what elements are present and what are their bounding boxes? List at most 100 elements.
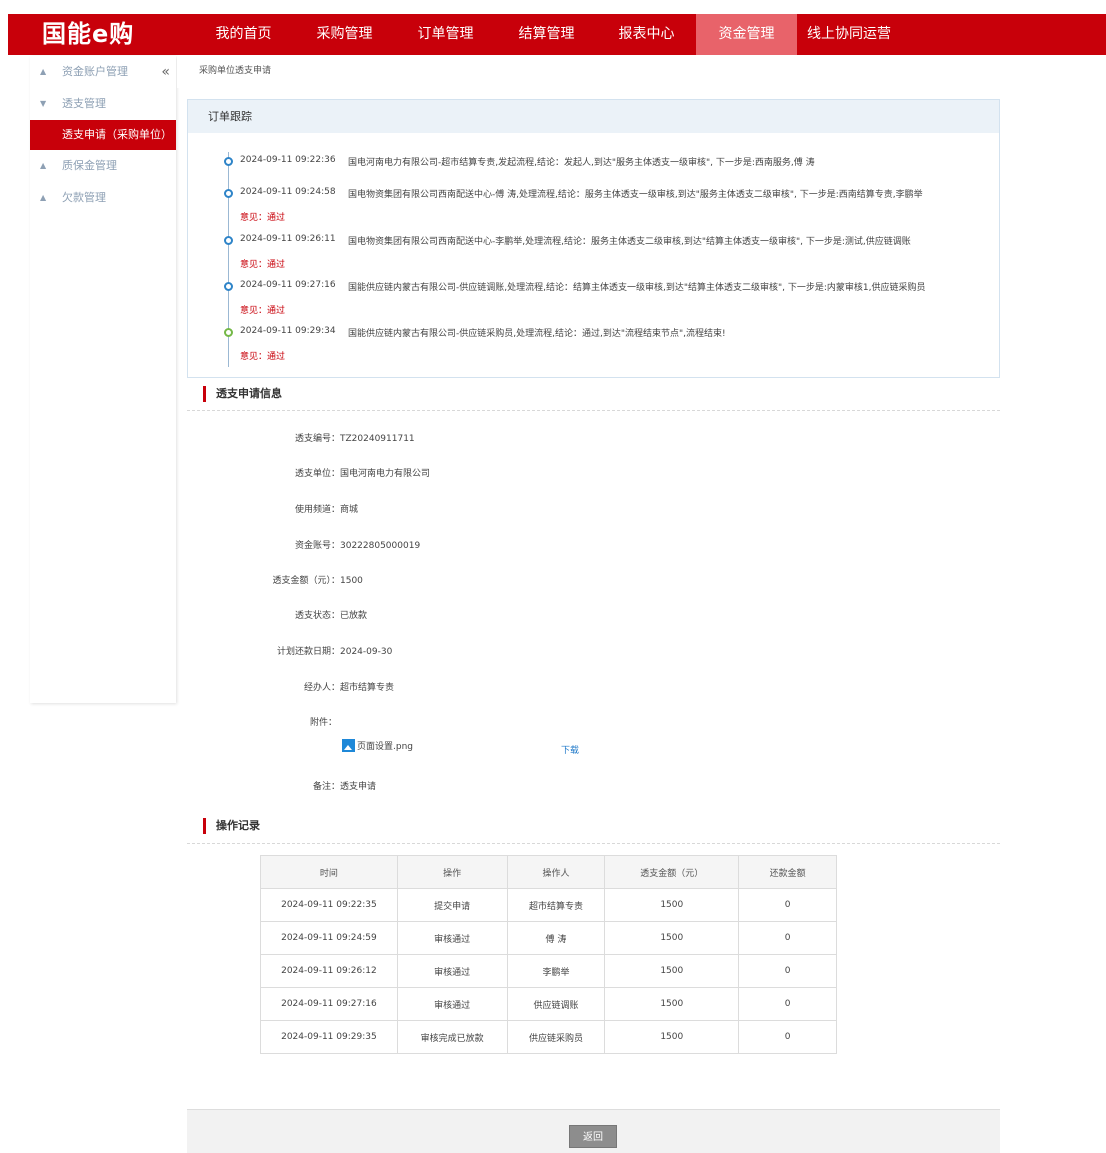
cell-operator: 供应链调账 (506, 987, 606, 1021)
field-value: 已放款 (340, 611, 368, 621)
triangle-up-icon: ▲ (40, 161, 47, 170)
triangle-up-icon: ▲ (40, 67, 47, 76)
cell-overdraft-amount: 1500 (604, 921, 740, 955)
field-label: 备注： (312, 782, 340, 792)
timeline-opinion: 意见：通过 (240, 306, 286, 316)
timeline-dot-icon (224, 236, 233, 245)
col-action: 操作 (396, 855, 508, 889)
field-label: 附件： (309, 718, 337, 728)
triangle-up-icon: ▲ (40, 193, 47, 202)
order-tracking-title: 订单跟踪 (188, 100, 999, 133)
logo[interactable]: 国能e购 (42, 18, 134, 50)
sidebar-item-overdraft-apply[interactable]: 透支申请（采购单位） (30, 120, 176, 150)
timeline-text: 国能供应链内蒙古有限公司-供应链调账,处理流程,结论：结算主体透支一级审核,到达… (348, 283, 926, 293)
cell-repay-amount: 0 (738, 921, 837, 955)
field-overdraft-status: 透支状态：已放款 (187, 608, 367, 621)
timeline-time: 2024-09-11 09:22:36 (240, 155, 336, 165)
field-overdraft-unit: 透支单位：国电河南电力有限公司 (187, 466, 430, 479)
field-repay-date: 计划还款日期：2024-09-30 (187, 644, 392, 657)
sidebar-item-fund-account[interactable]: ▲ 资金账户管理 « (30, 56, 176, 88)
timeline-opinion: 意见：通过 (240, 352, 286, 362)
sidebar-item-overdraft[interactable]: ▼ 透支管理 (30, 88, 176, 120)
nav-home[interactable]: 我的首页 (193, 14, 294, 55)
field-label: 透支状态： (294, 611, 340, 621)
table-row: 2024-09-11 09:26:12 审核通过 李鹏举 1500 0 (260, 954, 837, 988)
timeline-text: 国电物资集团有限公司西南配送中心-傅 涛,处理流程,结论：服务主体透支一级审核,… (348, 190, 923, 200)
cell-time: 2024-09-11 09:26:12 (260, 954, 398, 988)
table-row: 2024-09-11 09:27:16 审核通过 供应链调账 1500 0 (260, 987, 837, 1021)
timeline-text: 国电物资集团有限公司西南配送中心-李鹏举,处理流程,结论：服务主体透支二级审核,… (348, 237, 911, 247)
cell-action: 审核通过 (396, 954, 508, 988)
nav-funds[interactable]: 资金管理 (696, 14, 797, 55)
operation-log-table: 时间 操作 操作人 透支金额（元） 还款金额 2024-09-11 09:22:… (260, 855, 837, 1054)
cell-action: 提交申请 (396, 888, 508, 922)
cell-operator: 傅 涛 (506, 921, 606, 955)
cell-action: 审核完成已放款 (396, 1020, 508, 1054)
field-overdraft-no: 透支编号：TZ20240911711 (187, 431, 415, 444)
col-time: 时间 (260, 855, 398, 889)
timeline-dot-icon (224, 189, 233, 198)
table-row: 2024-09-11 09:22:35 提交申请 超市结算专责 1500 0 (260, 888, 837, 922)
timeline-opinion: 意见：通过 (240, 260, 286, 270)
top-nav-bar: 国能e购 我的首页 采购管理 订单管理 结算管理 报表中心 资金管理 线上协同运… (8, 14, 1106, 55)
field-value: TZ20240911711 (340, 434, 415, 444)
field-value: 1500 (340, 576, 363, 586)
field-fund-account: 资金账号：30222805000019 (187, 538, 420, 551)
cell-overdraft-amount: 1500 (604, 954, 740, 988)
timeline-time: 2024-09-11 09:24:58 (240, 187, 336, 197)
field-value: 30222805000019 (340, 541, 421, 551)
field-value: 国电河南电力有限公司 (340, 469, 431, 479)
col-overdraft-amount: 透支金额（元） (604, 855, 740, 889)
cell-overdraft-amount: 1500 (604, 1020, 740, 1054)
cell-repay-amount: 0 (738, 987, 837, 1021)
field-remark: 备注：透支申请 (187, 779, 376, 792)
field-label: 透支单位： (294, 469, 340, 479)
nav-orders[interactable]: 订单管理 (395, 14, 496, 55)
timeline-text: 国电河南电力有限公司-超市结算专责,发起流程,结论：发起人,到达"服务主体透支一… (348, 158, 815, 168)
nav-settlement[interactable]: 结算管理 (496, 14, 597, 55)
field-label: 使用频道： (294, 505, 340, 515)
nav-procurement[interactable]: 采购管理 (294, 14, 395, 55)
timeline-time: 2024-09-11 09:26:11 (240, 234, 336, 244)
cell-operator: 超市结算专责 (506, 888, 606, 922)
col-operator: 操作人 (506, 855, 606, 889)
nav-reports[interactable]: 报表中心 (597, 14, 696, 55)
field-label: 经办人： (303, 683, 340, 693)
timeline-opinion: 意见：通过 (240, 213, 286, 223)
timeline-dot-icon (224, 157, 233, 166)
sidebar-item-debt[interactable]: ▲ 欠款管理 (30, 182, 176, 214)
sidebar-item-warranty[interactable]: ▲ 质保金管理 (30, 150, 176, 182)
triangle-down-icon: ▼ (40, 99, 47, 108)
field-value: 透支申请 (340, 782, 377, 792)
order-tracking-panel: 订单跟踪 2024-09-11 09:22:36 国电河南电力有限公司-超市结算… (187, 99, 1000, 378)
table-row: 2024-09-11 09:29:35 审核完成已放款 供应链采购员 1500 … (260, 1020, 837, 1054)
cell-time: 2024-09-11 09:27:16 (260, 987, 398, 1021)
field-label: 透支金额（元）： (272, 576, 340, 586)
cell-time: 2024-09-11 09:22:35 (260, 888, 398, 922)
timeline-time: 2024-09-11 09:29:34 (240, 326, 336, 336)
cell-overdraft-amount: 1500 (604, 987, 740, 1021)
back-button[interactable]: 返回 (569, 1125, 617, 1148)
field-label: 透支编号： (294, 434, 340, 444)
attachment-file[interactable]: 页面设置.png (342, 739, 413, 752)
sidebar-item-label: 资金账户管理 (62, 65, 128, 78)
main-content: 订单跟踪 2024-09-11 09:22:36 国电河南电力有限公司-超市结算… (187, 88, 1000, 1153)
cell-repay-amount: 0 (738, 954, 837, 988)
double-chevron-left-icon[interactable]: « (161, 56, 170, 88)
nav-online-collab[interactable]: 线上协同运营 (797, 14, 901, 55)
section-title-info: 透支申请信息 (203, 386, 282, 402)
field-label: 计划还款日期： (276, 647, 340, 657)
field-attachment: 附件： (187, 715, 337, 728)
field-value: 2024-09-30 (340, 647, 393, 657)
col-repay-amount: 还款金额 (738, 855, 837, 889)
timeline-dot-end-icon (224, 328, 233, 337)
footer-bar: 返回 (187, 1109, 1000, 1153)
timeline-time: 2024-09-11 09:27:16 (240, 280, 336, 290)
sidebar-item-label: 欠款管理 (62, 191, 106, 204)
download-link[interactable]: 下载 (561, 743, 579, 756)
sidebar-item-label: 透支管理 (62, 97, 106, 110)
field-label: 资金账号： (294, 541, 340, 551)
table-row: 2024-09-11 09:24:59 审核通过 傅 涛 1500 0 (260, 921, 837, 955)
divider (187, 843, 1000, 844)
cell-time: 2024-09-11 09:24:59 (260, 921, 398, 955)
